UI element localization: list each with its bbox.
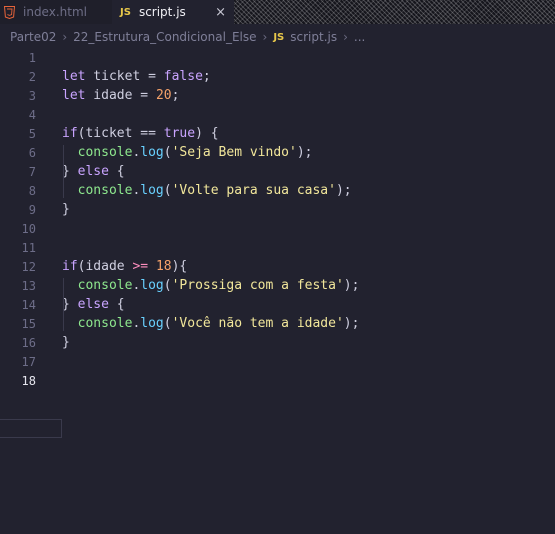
line-number: 11: [21, 240, 36, 255]
code-line[interactable]: 6 console.log('Seja Bem vindo');: [0, 143, 555, 162]
code-text: console.log('Seja Bem vindo');: [77, 145, 313, 160]
code-line[interactable]: 16}: [0, 333, 555, 352]
code-editor[interactable]: 1 2 let ticket = false; 3 let idade = 20; 4 5 i…: [0, 48, 555, 534]
line-number: 15: [21, 316, 36, 331]
code-line[interactable]: 4: [0, 105, 555, 124]
breadcrumb-item-symbols[interactable]: ...: [354, 30, 365, 44]
code-text: let ticket = false;: [62, 69, 211, 84]
tab-bar-empty-area: [234, 0, 555, 24]
line-number: 6: [28, 145, 36, 160]
breadcrumb-item-folder[interactable]: Parte02: [10, 30, 56, 44]
breadcrumb-item-subfolder[interactable]: 22_Estrutura_Condicional_Else: [73, 30, 256, 44]
breadcrumb-item-file[interactable]: script.js: [290, 30, 337, 44]
code-text: console.log('Volte para sua casa');: [77, 183, 352, 198]
line-number: 2: [28, 69, 36, 84]
close-icon[interactable]: ×: [215, 5, 226, 20]
js-icon: JS: [120, 6, 131, 18]
line-number: 4: [28, 107, 36, 122]
code-text: let idade = 20;: [62, 88, 180, 103]
code-text: } else {: [62, 164, 125, 179]
indent-guide: [63, 278, 64, 331]
breadcrumb: Parte02 › 22_Estrutura_Condicional_Else …: [0, 26, 555, 48]
line-number: 10: [21, 221, 36, 236]
line-number: 18: [21, 373, 36, 388]
line-number: 5: [28, 126, 36, 141]
code-line[interactable]: 10: [0, 219, 555, 238]
line-number: 7: [28, 164, 36, 179]
chevron-right-icon: ›: [262, 30, 268, 44]
chevron-right-icon: ›: [62, 30, 68, 44]
code-text: }: [62, 335, 70, 350]
code-line[interactable]: 9}: [0, 200, 555, 219]
indent-guide: [63, 145, 64, 198]
line-number: 9: [28, 202, 36, 217]
tab-script-js[interactable]: JS script.js ×: [112, 0, 234, 24]
line-number: 17: [21, 354, 36, 369]
code-text: if(ticket == true) {: [62, 126, 219, 141]
line-number: 14: [21, 297, 36, 312]
line-number: 8: [28, 183, 36, 198]
code-text: }: [62, 202, 70, 217]
code-line[interactable]: 13 console.log('Prossiga com a festa');: [0, 276, 555, 295]
code-line[interactable]: 3 let idade = 20;: [0, 86, 555, 105]
tab-label: index.html: [23, 5, 87, 19]
code-text: console.log('Você não tem a idade');: [77, 316, 360, 331]
code-text: if(idade >= 18){: [62, 259, 188, 274]
code-line[interactable]: 1: [0, 48, 555, 67]
js-icon: JS: [273, 31, 285, 43]
code-line[interactable]: 8 console.log('Volte para sua casa');: [0, 181, 555, 200]
line-number: 1: [28, 50, 36, 65]
code-line[interactable]: 2 let ticket = false;: [0, 67, 555, 86]
code-line[interactable]: 15 console.log('Você não tem a idade');: [0, 314, 555, 333]
line-number: 16: [21, 335, 36, 350]
line-number: 3: [28, 88, 36, 103]
line-number: 13: [21, 278, 36, 293]
tab-index-html[interactable]: index.html: [0, 0, 112, 24]
tab-label: script.js: [138, 5, 186, 19]
code-line[interactable]: 5 if(ticket == true) {: [0, 124, 555, 143]
line-number: 12: [21, 259, 36, 274]
code-line[interactable]: 12 if(idade >= 18){: [0, 257, 555, 276]
code-text: } else {: [62, 297, 125, 312]
chevron-right-icon: ›: [343, 30, 348, 44]
tab-bar: index.html JS script.js ×: [0, 0, 555, 24]
code-line[interactable]: 18: [0, 371, 555, 390]
code-line[interactable]: 11: [0, 238, 555, 257]
code-line[interactable]: 17: [0, 352, 555, 371]
code-line[interactable]: 7 } else {: [0, 162, 555, 181]
code-text: console.log('Prossiga com a festa');: [77, 278, 360, 293]
current-line-highlight: [0, 419, 62, 438]
html5-icon: [4, 5, 15, 19]
code-line[interactable]: 14 } else {: [0, 295, 555, 314]
